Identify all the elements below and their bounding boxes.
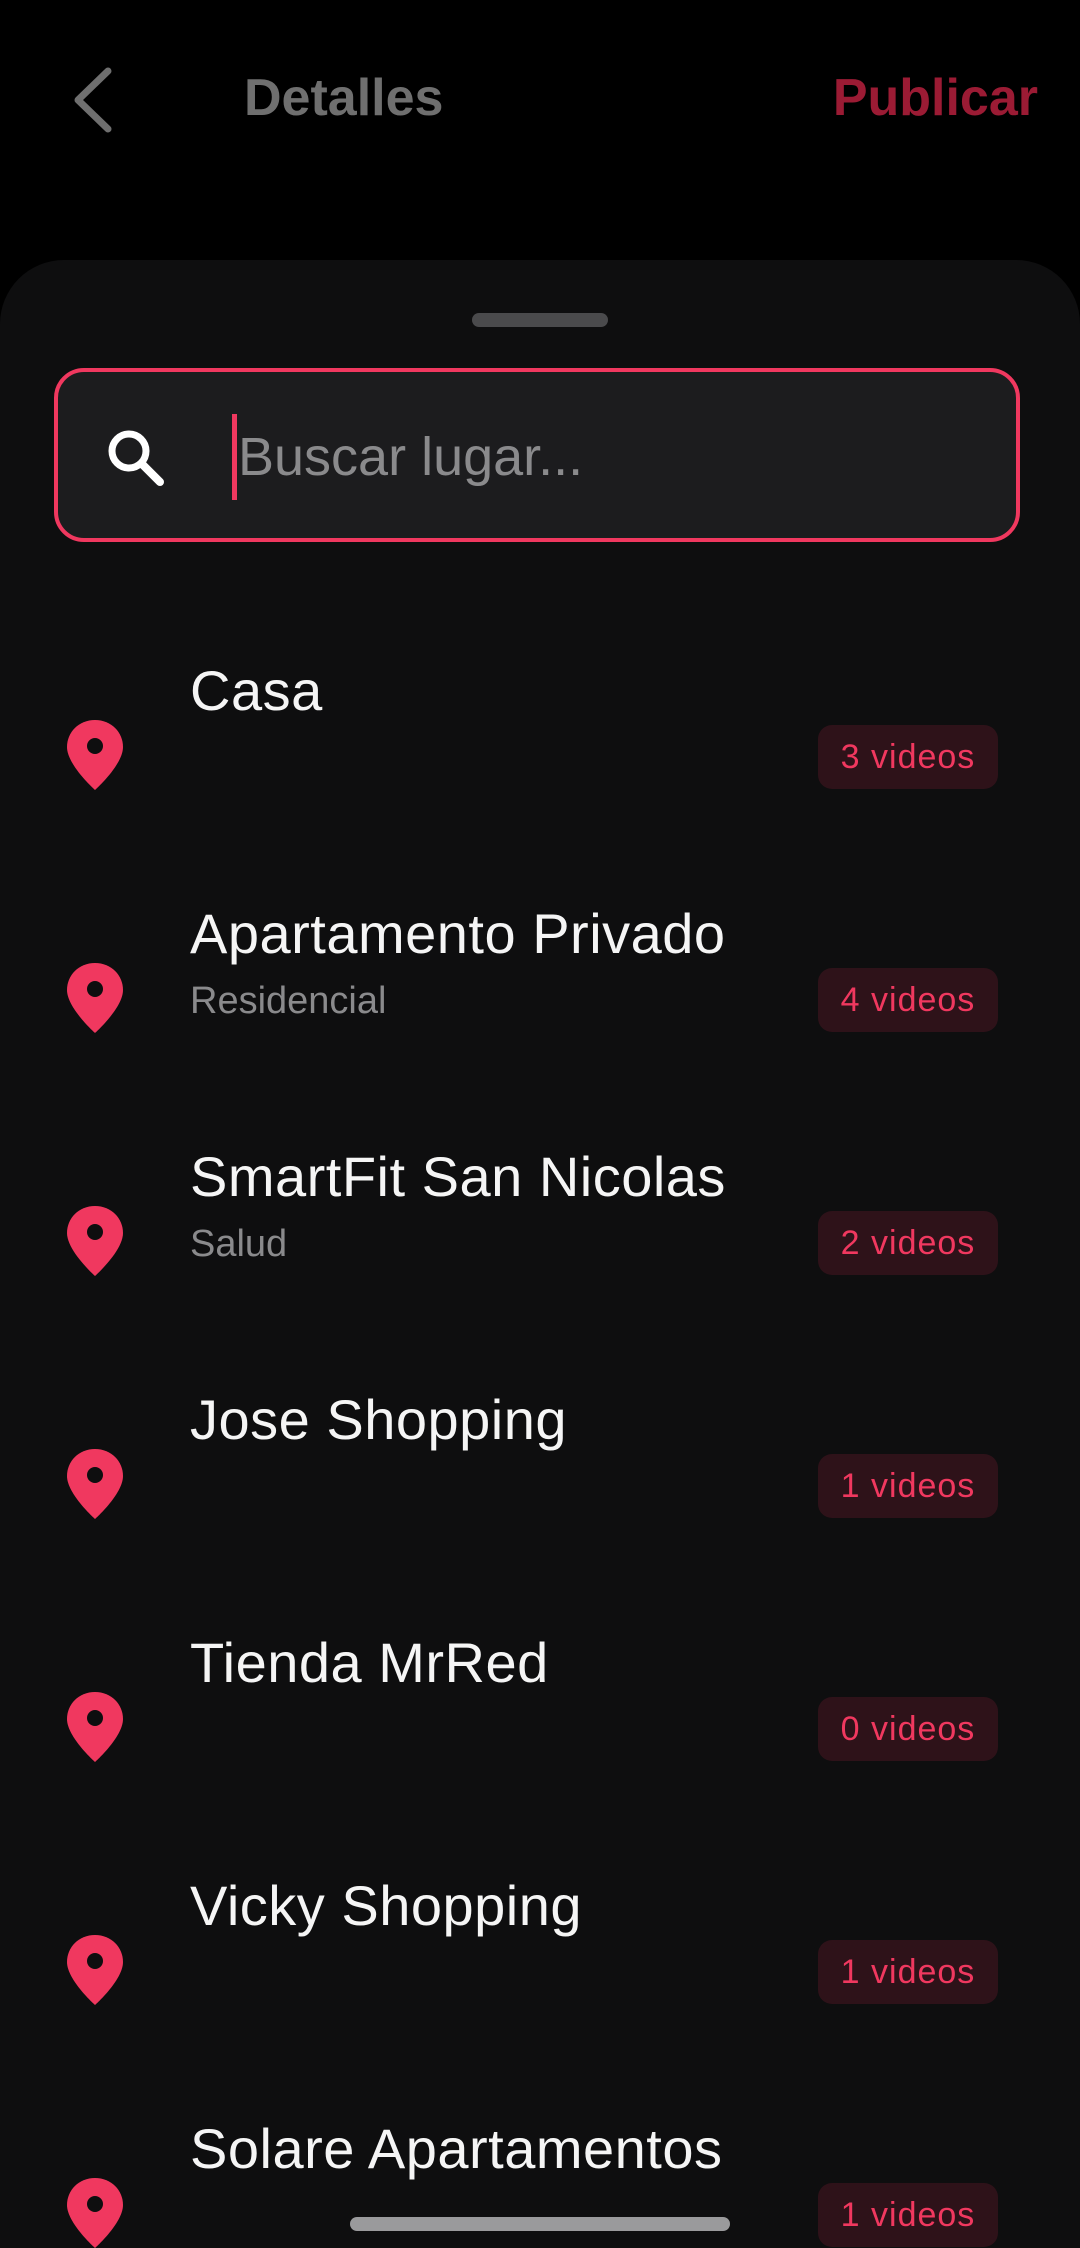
- place-name: SmartFit San Nicolas: [190, 1145, 726, 1208]
- drag-handle[interactable]: [472, 313, 608, 327]
- location-pin-icon: [67, 720, 123, 790]
- place-name: Solare Apartamentos: [190, 2117, 723, 2180]
- place-list: Casa 3 videos Apartamento Privado Reside…: [0, 620, 1080, 2248]
- location-pin-icon: [67, 963, 123, 1033]
- video-count-badge: 1 videos: [818, 1454, 998, 1518]
- place-list-item[interactable]: SmartFit San Nicolas Salud 2 videos: [0, 1106, 1080, 1349]
- back-button[interactable]: [52, 52, 132, 148]
- search-box[interactable]: [54, 368, 1020, 542]
- place-list-item[interactable]: Apartamento Privado Residencial 4 videos: [0, 863, 1080, 1106]
- video-count-badge: 1 videos: [818, 2183, 998, 2247]
- place-list-item[interactable]: Casa 3 videos: [0, 620, 1080, 863]
- place-list-item[interactable]: Tienda MrRed 0 videos: [0, 1592, 1080, 1835]
- place-list-item[interactable]: Jose Shopping 1 videos: [0, 1349, 1080, 1592]
- video-count-badge: 1 videos: [818, 1940, 998, 2004]
- chevron-left-icon: [74, 67, 112, 133]
- home-indicator[interactable]: [350, 2217, 730, 2231]
- location-pin-icon: [67, 1935, 123, 2005]
- search-icon: [108, 430, 164, 486]
- top-bar: Detalles Publicar: [0, 0, 1080, 200]
- place-category: Residencial: [190, 980, 387, 1022]
- place-category: Salud: [190, 1223, 288, 1265]
- location-pin-icon: [67, 2178, 123, 2248]
- location-pin-icon: [67, 1449, 123, 1519]
- place-name: Vicky Shopping: [190, 1874, 582, 1937]
- video-count-badge: 3 videos: [818, 725, 998, 789]
- publish-button[interactable]: Publicar: [833, 66, 1038, 130]
- video-count-badge: 4 videos: [818, 968, 998, 1032]
- location-pin-icon: [67, 1692, 123, 1762]
- place-picker-sheet: Casa 3 videos Apartamento Privado Reside…: [0, 260, 1080, 2248]
- search-input[interactable]: [234, 402, 978, 512]
- page-title: Detalles: [244, 69, 444, 127]
- place-name: Tienda MrRed: [190, 1631, 549, 1694]
- video-count-badge: 0 videos: [818, 1697, 998, 1761]
- place-name: Apartamento Privado: [190, 902, 726, 965]
- place-name: Jose Shopping: [190, 1388, 568, 1451]
- place-list-item[interactable]: Vicky Shopping 1 videos: [0, 1835, 1080, 2078]
- place-name: Casa: [190, 659, 323, 722]
- video-count-badge: 2 videos: [818, 1211, 998, 1275]
- location-pin-icon: [67, 1206, 123, 1276]
